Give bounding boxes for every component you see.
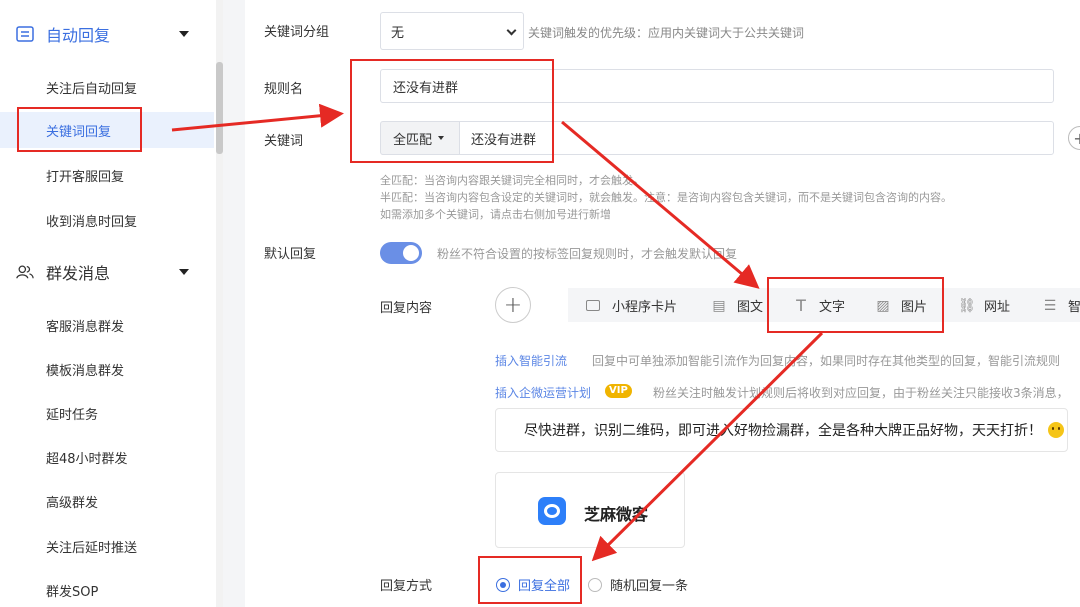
article-icon: ▤ (712, 297, 726, 314)
chevron-down-icon (179, 31, 189, 37)
reply-type-label: 网址 (984, 300, 1011, 315)
list-icon (16, 25, 34, 43)
smart-link-desc: 回复中可单独添加智能引流作为回复内容，如果同时存在其他类型的回复，智能引流规则 (592, 354, 1061, 368)
reply-content-label: 回复内容 (380, 301, 433, 316)
link-icon: ⛓ (958, 297, 976, 314)
sidebar-group-label: 群发消息 (46, 264, 111, 283)
keyword-group-hint: 关键词触发的优先级：应用内关键词大于公共关键词 (528, 26, 805, 40)
add-keyword-button[interactable]: + (1068, 126, 1080, 150)
reply-type-article[interactable]: ▤ 图文 (711, 296, 764, 316)
keyword-label: 关键词 (264, 134, 304, 149)
brand-logo-icon (538, 497, 566, 525)
sidebar-item-service-mass[interactable]: 客服消息群发 (0, 307, 214, 343)
sidebar-item-advanced-mass[interactable]: 高级群发 (0, 483, 214, 519)
card-brand-name: 芝麻微客 (584, 505, 649, 524)
annotation-box-reply-mode (478, 556, 582, 604)
users-icon (16, 263, 34, 281)
sidebar-scrollbar-thumb[interactable] (216, 62, 223, 154)
sidebar-item-follow-delay-push[interactable]: 关注后延时推送 (0, 528, 214, 564)
sidebar-group-mass-message[interactable]: 群发消息 (0, 252, 214, 292)
keyword-group-value: 无 (391, 25, 405, 41)
chevron-down-icon (179, 269, 189, 275)
card-icon (586, 300, 600, 311)
insert-plan-link[interactable]: 插入企微运营计划 (495, 384, 591, 401)
help-full-match: 全匹配：当咨询内容跟关键词完全相同时，才会触发。 (380, 174, 644, 187)
plan-desc: 粉丝关注时触发计划规则后将收到对应回复，由于粉丝关注只能接收3条消息， (653, 386, 1069, 400)
smile-emoji-icon (1048, 422, 1064, 438)
reply-text-value: 尽快进群，识别二维码，即可进入好物捡漏群，全是各种大牌正品好物，天天打折！ (524, 423, 1042, 439)
chevron-down-icon (506, 25, 517, 36)
default-reply-label: 默认回复 (264, 247, 317, 262)
reply-mode-label-random: 随机回复一条 (610, 579, 689, 594)
annotation-box-rule (350, 59, 554, 163)
keyword-group-label: 关键词分组 (264, 25, 330, 40)
sidebar-group-auto-reply[interactable]: 自动回复 (0, 14, 214, 54)
help-multi-keyword: 如需添加多个关键词，请点击右侧加号进行新增 (380, 208, 611, 221)
rule-name-label: 规则名 (264, 82, 304, 97)
reply-type-label: 图文 (737, 300, 764, 315)
sidebar-item-message-reply[interactable]: 收到消息时回复 (0, 202, 214, 238)
reply-type-label: 小程序卡片 (612, 300, 678, 315)
add-reply-button[interactable]: + (495, 287, 531, 323)
default-reply-toggle[interactable] (380, 242, 422, 264)
reply-type-smart[interactable]: ☰ 智 (1042, 296, 1080, 316)
reply-text-content[interactable]: 尽快进群，识别二维码，即可进入好物捡漏群，全是各种大牌正品好物，天天打折！ (495, 408, 1068, 452)
reply-mode-label: 回复方式 (380, 579, 433, 594)
annotation-box-keyword-reply (17, 107, 142, 152)
keyword-group-select[interactable]: 无 (380, 12, 524, 50)
sidebar-item-follow-reply[interactable]: 关注后自动回复 (0, 69, 214, 105)
sidebar-item-mass-sop[interactable]: 群发SOP (0, 572, 214, 607)
plus-icon: + (1073, 128, 1080, 148)
sidebar-item-template-mass[interactable]: 模板消息群发 (0, 351, 214, 387)
sidebar: 自动回复 关注后自动回复 关键词回复 打开客服回复 收到消息时回复 群发消息 客… (0, 0, 220, 607)
reply-type-url[interactable]: ⛓ 网址 (958, 296, 1011, 316)
help-half-match: 半匹配：当咨询内容包含设定的关键词时，就会触发。注意：是咨询内容包含关键词，而不… (380, 191, 952, 204)
annotation-box-reply-types (767, 277, 944, 333)
divider (223, 0, 245, 607)
sidebar-item-48h-mass[interactable]: 超48小时群发 (0, 439, 214, 475)
reply-type-label: 智 (1068, 300, 1080, 315)
list-icon: ☰ (1043, 297, 1057, 314)
insert-smart-link[interactable]: 插入智能引流 (495, 352, 567, 369)
image-reply-card[interactable]: 芝麻微客 (495, 472, 685, 548)
default-reply-hint: 粉丝不符合设置的按标签回复规则时，才会触发默认回复 (437, 247, 738, 261)
sidebar-item-delay-task[interactable]: 延时任务 (0, 395, 214, 431)
radio-unchecked-icon (588, 577, 602, 592)
sidebar-group-label: 自动回复 (46, 26, 111, 45)
sidebar-item-open-service-reply[interactable]: 打开客服回复 (0, 157, 214, 193)
vip-badge: VIP (605, 384, 632, 398)
reply-type-miniprogram[interactable]: 小程序卡片 (586, 296, 677, 315)
reply-mode-random-radio[interactable]: 随机回复一条 (588, 575, 688, 594)
